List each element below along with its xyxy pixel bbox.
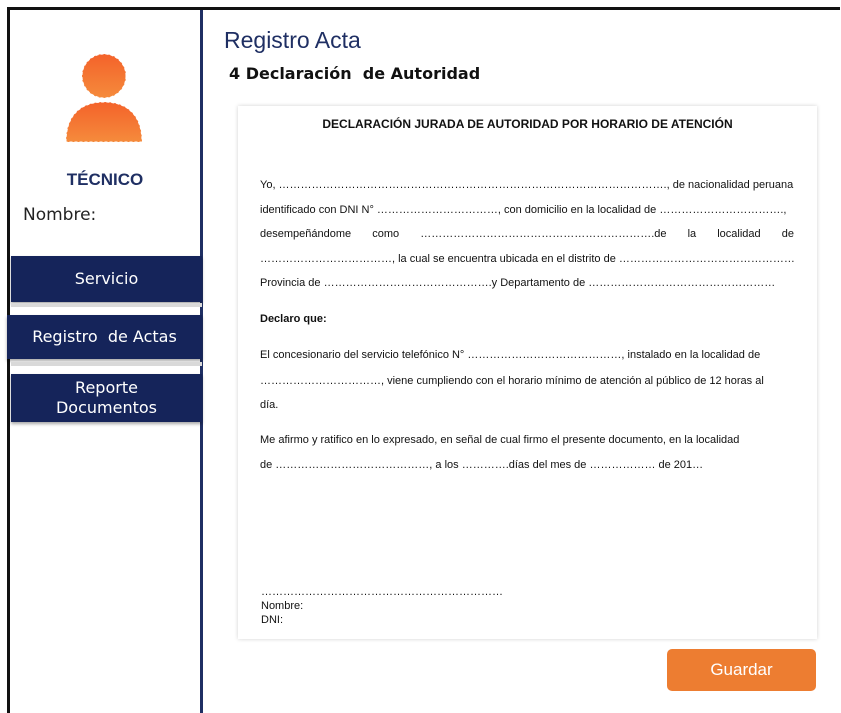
nav-servicio[interactable]: Servicio: [11, 256, 202, 302]
doc-word: localidad: [717, 228, 761, 240]
doc-line: Me afirmo y ratifico en lo expresado, en…: [260, 434, 740, 446]
page-subtitle: 4 Declaración de Autoridad: [229, 64, 481, 83]
nav-registro-actas-label: Registro de Actas: [32, 327, 177, 346]
doc-line: identificado con DNI N° ……………………………, con…: [260, 204, 787, 216]
nav-reporte-documentos[interactable]: Reporte Documentos: [11, 374, 202, 422]
doc-word: como: [372, 228, 400, 240]
doc-word: desempeñándome: [260, 228, 352, 240]
user-avatar-icon: [62, 52, 146, 144]
declaro-heading: Declaro que:: [260, 313, 327, 325]
document-heading: DECLARACIÓN JURADA DE AUTORIDAD POR HORA…: [322, 117, 733, 131]
doc-line: día.: [260, 399, 279, 411]
doc-line: Provincia de ……………………………………….y Departame…: [260, 277, 776, 289]
doc-line: de ……………………………………, a los ………….días del m…: [260, 459, 704, 471]
doc-word: de: [781, 228, 794, 240]
nav-registro-actas[interactable]: Registro de Actas: [7, 315, 202, 359]
nav-separator: [11, 362, 202, 366]
document-preview: DECLARACIÓN JURADA DE AUTORIDAD POR HORA…: [238, 106, 817, 639]
doc-line: ……………………………, viene cumpliendo con el hor…: [260, 375, 764, 387]
nav-reporte-label-line1: Reporte: [75, 378, 138, 397]
nav-separator: [11, 303, 202, 307]
doc-line: Yo, …………………………………………………………………………………………….…: [260, 179, 794, 191]
page-title: Registro Acta: [224, 27, 361, 53]
signature-dni-label: DNI:: [261, 614, 283, 626]
nav-reporte-label-line2: Documentos: [55, 398, 157, 417]
doc-line: ………………………………, la cual se encuentra ubica…: [260, 253, 794, 265]
nav-servicio-label: Servicio: [74, 269, 139, 288]
doc-line: desempeñándome como ………………………………………………………: [260, 228, 794, 240]
doc-word: ……………………………………………………….de: [420, 228, 667, 240]
signature-name-label: Nombre:: [261, 600, 304, 612]
doc-line: El concesionario del servicio telefónico…: [260, 349, 761, 361]
save-button[interactable]: Guardar: [667, 649, 816, 691]
doc-word: la: [687, 228, 697, 240]
signature-line: …………………………………………………………: [261, 586, 503, 598]
name-label: Nombre:: [23, 205, 97, 225]
role-label: TÉCNICO: [66, 170, 144, 189]
